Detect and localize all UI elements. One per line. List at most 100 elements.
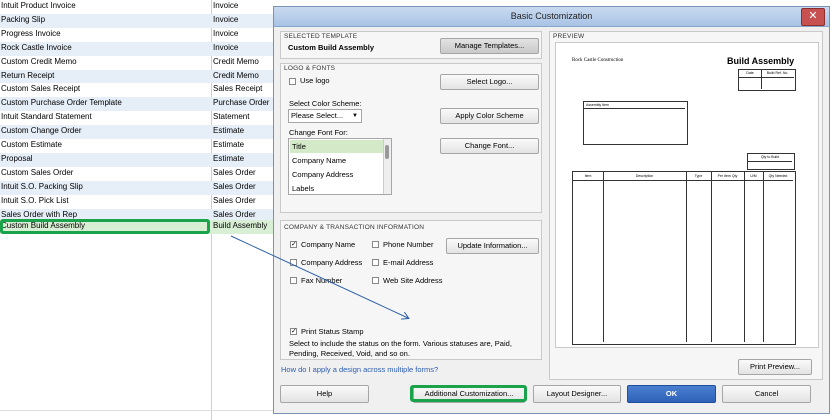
preview-qty-to-build: Qty to Build (748, 154, 792, 162)
template-type: Credit Memo (213, 70, 259, 80)
print-status-label: Print Status Stamp (301, 327, 364, 336)
table-row[interactable]: Intuit Product Invoice Invoice (0, 0, 274, 14)
table-row[interactable]: Rock Castle Invoice Invoice (0, 41, 274, 56)
logo-fonts-group: LOGO & FONTS Use logo Select Logo... Sel… (280, 63, 542, 213)
preview-assembly-box: Assembly Item (583, 101, 688, 145)
template-type: Invoice (213, 28, 239, 38)
template-list: Intuit Product Invoice Invoice Packing Sl… (0, 0, 274, 420)
print-preview-button[interactable]: Print Preview... (738, 359, 812, 375)
company-name-label: Company Name (301, 240, 356, 249)
table-row[interactable]: Intuit S.O. Pick List Sales Order (0, 195, 274, 209)
phone-number-checkbox[interactable] (372, 241, 379, 248)
chevron-down-icon: ▼ (352, 113, 358, 119)
list-item[interactable]: Labels (290, 182, 386, 195)
color-scheme-select[interactable]: Please Select... ▼ (288, 109, 362, 123)
table-row[interactable]: Custom Credit Memo Credit Memo (0, 56, 274, 70)
template-name: Custom Sales Receipt (1, 84, 81, 94)
template-type: Invoice (213, 14, 239, 24)
apply-color-scheme-button[interactable]: Apply Color Scheme (440, 108, 539, 124)
table-row[interactable]: Custom Estimate Estimate (0, 139, 274, 153)
table-row[interactable]: Progress Invoice Invoice (0, 28, 274, 42)
change-font-label: Change Font For: (289, 128, 348, 137)
fax-number-checkbox[interactable] (290, 277, 297, 284)
table-row[interactable]: Intuit Standard Statement Statement (0, 111, 274, 125)
use-logo-label: Use logo (300, 76, 330, 85)
select-logo-button[interactable]: Select Logo... (440, 74, 539, 90)
preview-items-table: Item Description Type Per Item Qty U/M Q… (572, 171, 796, 345)
highlight-box (0, 219, 210, 234)
list-item[interactable]: Company Address (290, 168, 386, 181)
update-information-button[interactable]: Update Information... (446, 238, 539, 254)
template-type: Purchase Order (213, 98, 270, 108)
company-address-checkbox[interactable] (290, 259, 297, 266)
help-button[interactable]: Help (280, 385, 369, 403)
template-name: Packing Slip (1, 14, 46, 24)
table-row[interactable]: Intuit S.O. Packing Slip Sales Order (0, 180, 274, 195)
preview-ref-col: Build Ref. No. (761, 70, 794, 78)
preview-col: Per Item Qty (711, 172, 745, 342)
table-row[interactable]: Custom Change Order Estimate (0, 125, 274, 139)
template-type: Sales Order (213, 209, 256, 219)
table-row[interactable]: Return Receipt Credit Memo (0, 69, 274, 84)
web-site-checkbox[interactable] (372, 277, 379, 284)
template-name: Intuit Product Invoice (1, 1, 76, 10)
table-row[interactable]: Custom Sales Receipt Sales Receipt (0, 83, 274, 97)
group-heading: LOGO & FONTS (284, 65, 336, 72)
highlight-box (410, 385, 527, 402)
template-name: Custom Credit Memo (1, 56, 77, 66)
template-type: Estimate (213, 153, 245, 163)
scrollbar-thumb[interactable] (385, 145, 389, 159)
cancel-button[interactable]: Cancel (722, 385, 811, 403)
list-footer (0, 410, 274, 420)
table-row[interactable]: Custom Purchase Order Template Purchase O… (0, 97, 274, 112)
template-name: Custom Estimate (1, 140, 62, 149)
manage-templates-button[interactable]: Manage Templates... (440, 38, 539, 54)
table-row[interactable]: Proposal Estimate (0, 152, 274, 167)
template-name: Intuit Standard Statement (1, 112, 92, 122)
group-heading: PREVIEW (553, 33, 585, 40)
basic-customization-dialog: Basic Customization ✕ SELECTED TEMPLATE … (273, 6, 830, 414)
preview-col: Qty Needed (768, 174, 788, 178)
template-type: Sales Receipt (213, 84, 263, 94)
fax-number-label: Fax Number (301, 276, 343, 285)
template-name: Return Receipt (1, 70, 55, 80)
preview-col: Item (573, 172, 604, 342)
template-name: Rock Castle Invoice (1, 42, 72, 52)
template-type: Credit Memo (213, 56, 259, 66)
selected-template-group: SELECTED TEMPLATE Custom Build Assembly … (280, 31, 542, 59)
preview-divider (761, 77, 762, 89)
list-item[interactable]: Title (290, 140, 386, 153)
template-type: Sales Order (213, 195, 256, 205)
use-logo-checkbox[interactable] (289, 78, 296, 85)
preview-col: Description (603, 172, 687, 342)
print-status-checkbox[interactable]: ✓ (290, 328, 297, 335)
ok-button[interactable]: OK (627, 385, 716, 403)
color-scheme-label: Select Color Scheme: (289, 99, 362, 108)
scrollbar[interactable] (383, 139, 391, 194)
layout-designer-button[interactable]: Layout Designer... (533, 385, 621, 403)
template-type: Estimate (213, 140, 245, 149)
list-item[interactable]: Company Name (290, 154, 386, 167)
close-icon[interactable]: ✕ (801, 8, 825, 26)
title-bar: Basic Customization ✕ (274, 7, 829, 27)
font-target-list[interactable]: Title Company Name Company Address Label… (288, 138, 392, 195)
template-name: Sales Order with Rep (1, 209, 78, 219)
template-name: Custom Sales Order (1, 167, 74, 177)
company-name-checkbox[interactable]: ✓ (290, 241, 297, 248)
template-type: Invoice (213, 42, 239, 52)
preview-col: U/M (744, 172, 764, 342)
table-row[interactable]: Packing Slip Invoice (0, 13, 274, 28)
preview-doc-title: Build Assembly (727, 56, 795, 66)
change-font-button[interactable]: Change Font... (440, 138, 539, 154)
template-name: Progress Invoice (1, 28, 61, 38)
template-type: Statement (213, 112, 250, 122)
table-row[interactable]: Custom Sales Order Sales Order (0, 167, 274, 181)
status-description: Select to include the status on the form… (289, 339, 512, 358)
preview-col: Type (686, 172, 712, 342)
dialog-title: Basic Customization (510, 11, 593, 21)
web-site-label: Web Site Address (383, 276, 443, 285)
help-link[interactable]: How do I apply a design across multiple … (281, 365, 438, 374)
template-name: Intuit S.O. Packing Slip (1, 181, 83, 191)
email-address-checkbox[interactable] (372, 259, 379, 266)
email-address-label: E-mail Address (383, 258, 434, 267)
